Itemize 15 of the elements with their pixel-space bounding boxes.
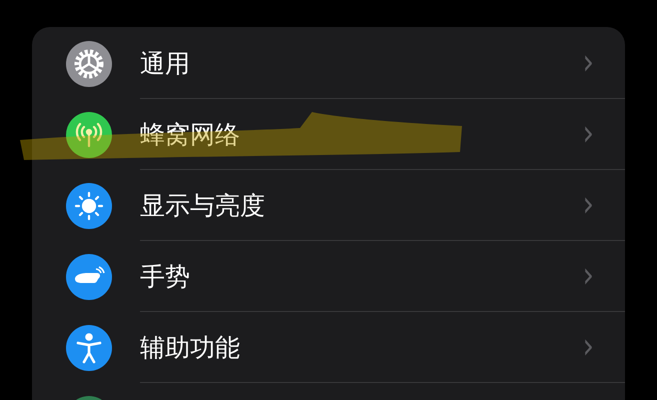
setting-label[interactable]: 手势: [140, 260, 190, 292]
setting-label[interactable]: 蜂窝网络: [140, 118, 240, 150]
accessibility-icon: [66, 324, 112, 370]
chevron-icon: ›: [582, 258, 594, 294]
chevron-icon: ›: [582, 116, 594, 152]
chevron-icon: ›: [582, 329, 594, 365]
sun-icon: [66, 182, 112, 228]
hand-icon: [66, 254, 112, 300]
setting-label[interactable]: 辅助功能: [140, 330, 240, 364]
setting-label[interactable]: 显示与亮度: [140, 188, 265, 222]
chevron-icon: ›: [582, 187, 594, 223]
setting-label[interactable]: 通用: [140, 46, 190, 80]
antenna-icon: [66, 112, 112, 158]
chevron-icon: ›: [582, 45, 594, 81]
gear-icon: [66, 40, 112, 86]
